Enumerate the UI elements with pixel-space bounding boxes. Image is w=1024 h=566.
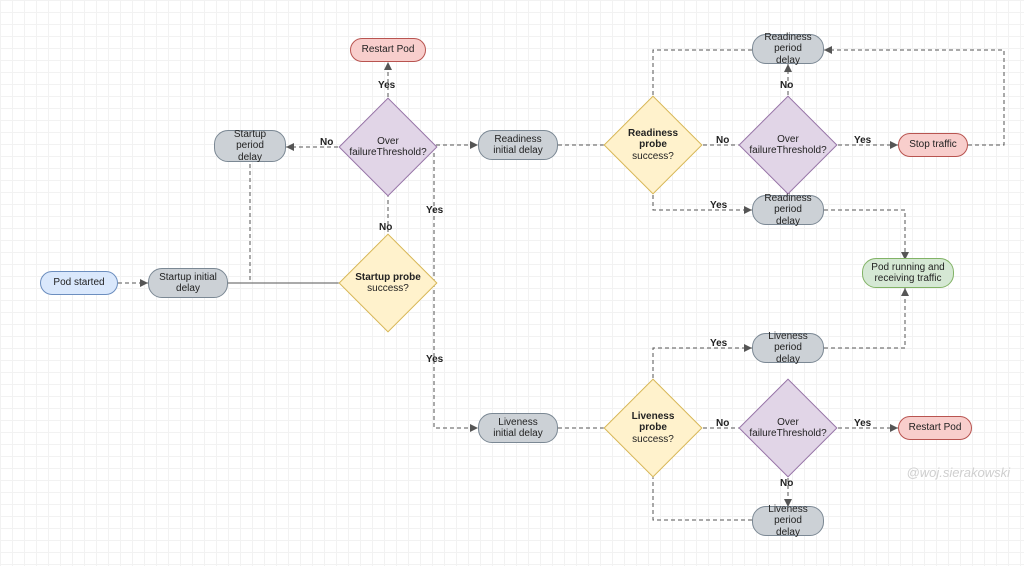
lbl-readiness-thresh-no: No — [780, 80, 793, 91]
text: Pod started — [53, 277, 104, 289]
line1: Readiness — [628, 128, 678, 140]
node-restart-pod-top: Restart Pod — [350, 38, 426, 62]
node-pod-started: Pod started — [40, 271, 118, 295]
node-pod-running: Pod running and receiving traffic — [862, 258, 954, 288]
node-startup-period-delay: Startup period delay — [214, 130, 286, 162]
lbl-startup-thresh-yes: Yes — [378, 80, 395, 91]
text: Restart Pod — [909, 422, 962, 434]
lbl-readiness-probe-no: No — [716, 135, 729, 146]
line2: probe — [639, 139, 667, 151]
line2: failureThreshold? — [349, 147, 426, 159]
line1: Startup initial — [159, 272, 217, 284]
line1: Startup probe — [355, 272, 421, 284]
line2: period delay — [761, 43, 815, 66]
line1: Over — [377, 136, 399, 148]
lbl-readiness-thresh-yes: Yes — [854, 135, 871, 146]
lbl-startup-thresh-no: No — [320, 137, 333, 148]
lbl-liveness-probe-no: No — [716, 418, 729, 429]
lbl-startup-probe-yes1: Yes — [426, 205, 443, 216]
node-readiness-initial-delay: Readiness initial delay — [478, 130, 558, 160]
text: Stop traffic — [909, 139, 957, 151]
line1: Liveness — [632, 411, 675, 423]
line2: failureThreshold? — [749, 145, 826, 157]
line3: success? — [632, 434, 674, 446]
node-restart-pod-bot: Restart Pod — [898, 416, 972, 440]
line1: Liveness — [768, 504, 807, 516]
line1: Readiness — [764, 32, 811, 44]
line1: Over — [777, 134, 799, 146]
line2: delay — [176, 283, 200, 295]
line3: success? — [632, 151, 674, 163]
line2: probe — [639, 422, 667, 434]
watermark: @woj.sierakowski — [907, 465, 1011, 480]
line2: period delay — [761, 342, 815, 365]
line1: Over — [777, 417, 799, 429]
line2: failureThreshold? — [749, 428, 826, 440]
lbl-startup-probe-yes2: Yes — [426, 354, 443, 365]
line2: period delay — [223, 140, 277, 163]
lbl-readiness-probe-yes: Yes — [710, 200, 727, 211]
node-liveness-period-mid: Liveness period delay — [752, 333, 824, 363]
line1: Readiness — [494, 134, 541, 146]
text: Restart Pod — [362, 44, 415, 56]
lbl-liveness-thresh-no: No — [780, 478, 793, 489]
line2: receiving traffic — [874, 273, 941, 285]
node-startup-initial-delay: Startup initial delay — [148, 268, 228, 298]
lbl-liveness-probe-yes: Yes — [710, 338, 727, 349]
lbl-startup-probe-no: No — [379, 222, 392, 233]
line2: initial delay — [493, 145, 542, 157]
lbl-liveness-thresh-yes: Yes — [854, 418, 871, 429]
line2: period delay — [761, 515, 815, 538]
node-liveness-period-bot: Liveness period delay — [752, 506, 824, 536]
line2: success? — [367, 283, 409, 295]
line2: initial delay — [493, 428, 542, 440]
line1: Startup — [234, 129, 266, 141]
line1: Readiness — [764, 193, 811, 205]
line2: period delay — [761, 204, 815, 227]
node-readiness-period-mid: Readiness period delay — [752, 195, 824, 225]
line1: Liveness — [498, 417, 537, 429]
line1: Pod running and — [871, 262, 944, 274]
node-readiness-period-top: Readiness period delay — [752, 34, 824, 64]
line1: Liveness — [768, 331, 807, 343]
node-liveness-initial-delay: Liveness initial delay — [478, 413, 558, 443]
node-stop-traffic: Stop traffic — [898, 133, 968, 157]
